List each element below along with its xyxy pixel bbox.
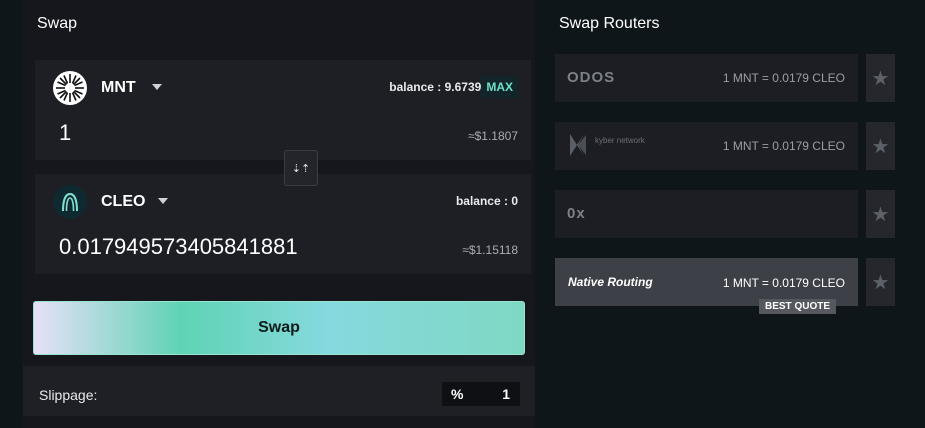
swap-direction-icon: ⇣⇡ <box>291 162 311 175</box>
router-quote: 1 MNT = 0.0179 CLEO <box>722 276 845 290</box>
odos-logo: ODOS <box>567 69 616 86</box>
from-amount-input[interactable]: 1 <box>59 120 71 146</box>
to-token-symbol[interactable]: CLEO <box>101 193 145 211</box>
slippage-bar: Slippage: % 1 <box>23 366 535 416</box>
from-balance: balance : 9.67393 <box>389 80 488 94</box>
router-row-kyber[interactable]: kyber network 1 MNT = 0.0179 CLEO <box>555 122 858 170</box>
swap-panel: Swap MNT balance: 9.67393 MAX 1 ≈$1.180… <box>22 0 535 428</box>
swap-direction-button[interactable]: ⇣⇡ <box>284 150 318 186</box>
kyber-logo-text: kyber network <box>595 136 645 145</box>
from-usd-value: ≈$1.1807 <box>468 129 518 143</box>
star-icon[interactable]: ★ <box>866 54 895 102</box>
native-routing-label: Native Routing <box>568 275 653 289</box>
chevron-down-icon[interactable] <box>158 198 168 204</box>
kyber-logo-icon <box>570 134 586 156</box>
router-row-odos[interactable]: ODOS 1 MNT = 0.0179 CLEO <box>555 54 858 102</box>
mnt-token-icon[interactable] <box>53 71 87 105</box>
best-quote-badge: BEST QUOTE <box>759 299 837 314</box>
star-icon[interactable]: ★ <box>866 258 895 306</box>
to-amount: 0.017949573405841881 <box>59 234 298 259</box>
router-quote: 1 MNT = 0.0179 CLEO <box>722 139 845 153</box>
star-icon[interactable]: ★ <box>866 190 895 238</box>
slippage-input[interactable]: % 1 <box>442 382 520 406</box>
0x-logo: 0x <box>567 205 586 222</box>
router-row-0x[interactable]: 0x <box>555 190 858 238</box>
to-balance: balance : 0 <box>455 194 518 208</box>
from-token-box: MNT balance : 9.67393 MAX 1 ≈$1.1807 <box>35 60 531 160</box>
swap-title: Swap <box>37 15 78 32</box>
cleo-token-icon[interactable] <box>53 185 87 219</box>
slippage-label: Slippage: <box>39 387 98 403</box>
from-token-symbol[interactable]: MNT <box>101 79 136 97</box>
slippage-unit: % <box>451 386 464 402</box>
max-button[interactable]: MAX <box>481 76 518 98</box>
slippage-value[interactable]: 1 <box>502 386 510 402</box>
swap-button[interactable]: Swap <box>33 301 525 355</box>
to-token-box: CLEO balance : 0 0.017949573405841881 ≈$… <box>35 174 531 274</box>
chevron-down-icon[interactable] <box>152 84 162 90</box>
router-quote: 1 MNT = 0.0179 CLEO <box>722 71 845 85</box>
swap-routers-title: Swap Routers <box>559 15 660 32</box>
to-usd-value: ≈$1.15118 <box>462 243 518 257</box>
star-icon[interactable]: ★ <box>866 122 895 170</box>
